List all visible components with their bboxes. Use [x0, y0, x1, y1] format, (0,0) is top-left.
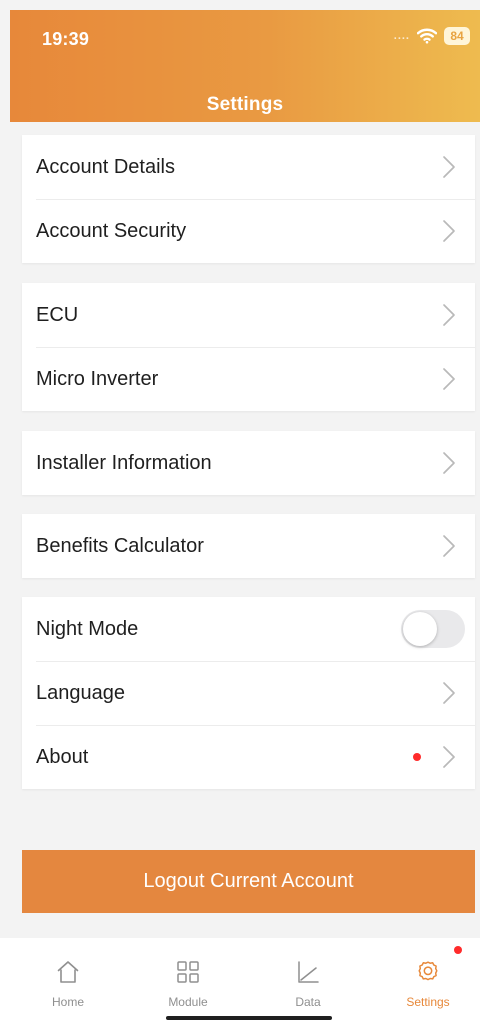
logout-button[interactable]: Logout Current Account	[22, 850, 475, 913]
device-section: ECU Micro Inverter	[22, 283, 475, 411]
gear-icon	[418, 961, 438, 981]
tab-module[interactable]: Module	[138, 946, 238, 1009]
language-label: Language	[36, 681, 125, 704]
benefits-calculator-row[interactable]: Benefits Calculator	[22, 514, 475, 578]
account-security-row[interactable]: Account Security	[22, 199, 475, 263]
module-icon-wrap	[138, 946, 238, 986]
tab-home[interactable]: Home	[18, 946, 118, 1009]
tab-home-label: Home	[51, 995, 84, 1009]
chevron-right-icon	[443, 682, 455, 704]
tab-module-label: Module	[168, 995, 208, 1009]
battery-level: 84	[444, 27, 470, 45]
installer-information-label: Installer Information	[36, 451, 212, 474]
chart-icon	[298, 961, 319, 983]
chevron-right-icon	[443, 746, 455, 768]
account-details-row[interactable]: Account Details	[22, 135, 475, 199]
home-indicator	[166, 1016, 332, 1020]
installer-section: Installer Information	[22, 431, 475, 495]
account-security-label: Account Security	[36, 219, 187, 242]
settings-icon-wrap	[378, 946, 478, 986]
chevron-right-icon	[443, 368, 455, 390]
tab-settings[interactable]: Settings	[378, 946, 478, 1009]
status-time: 19:39	[42, 29, 90, 49]
benefits-calculator-label: Benefits Calculator	[36, 534, 204, 557]
about-label: About	[36, 745, 89, 768]
installer-information-row[interactable]: Installer Information	[22, 431, 475, 495]
module-grid-icon	[177, 961, 199, 983]
chevron-right-icon	[443, 156, 455, 178]
home-icon-wrap	[18, 946, 118, 986]
chevron-right-icon	[443, 535, 455, 557]
page-title: Settings	[206, 94, 284, 115]
settings-tab-badge	[454, 946, 462, 954]
micro-inverter-label: Micro Inverter	[36, 367, 159, 390]
chevron-right-icon	[443, 304, 455, 326]
ecu-label: ECU	[36, 303, 79, 326]
about-right	[413, 745, 457, 769]
night-mode-toggle[interactable]	[401, 610, 465, 648]
language-row[interactable]: Language	[22, 661, 475, 725]
night-mode-row: Night Mode	[22, 597, 475, 661]
chevron-right-icon	[443, 452, 455, 474]
about-notification-dot	[413, 753, 421, 761]
signal-indicator: ....	[393, 30, 410, 42]
account-section: Account Details Account Security	[22, 135, 475, 263]
wifi-icon	[417, 28, 437, 44]
preferences-section: Night Mode Language About	[22, 597, 475, 789]
tab-data-label: Data	[295, 995, 321, 1009]
benefits-section: Benefits Calculator	[22, 514, 475, 578]
data-icon-wrap	[258, 946, 358, 986]
status-icons: .... 84	[394, 27, 470, 45]
tab-settings-label: Settings	[406, 995, 450, 1009]
about-row[interactable]: About	[22, 725, 475, 789]
night-mode-label: Night Mode	[36, 617, 139, 640]
chevron-right-icon	[443, 220, 455, 242]
home-icon	[57, 961, 79, 983]
tab-data[interactable]: Data	[258, 946, 358, 1009]
ecu-row[interactable]: ECU	[22, 283, 475, 347]
micro-inverter-row[interactable]: Micro Inverter	[22, 347, 475, 411]
settings-header: 19:39 .... 84 Settings	[10, 10, 480, 122]
toggle-knob	[403, 612, 437, 646]
account-details-label: Account Details	[36, 155, 175, 178]
